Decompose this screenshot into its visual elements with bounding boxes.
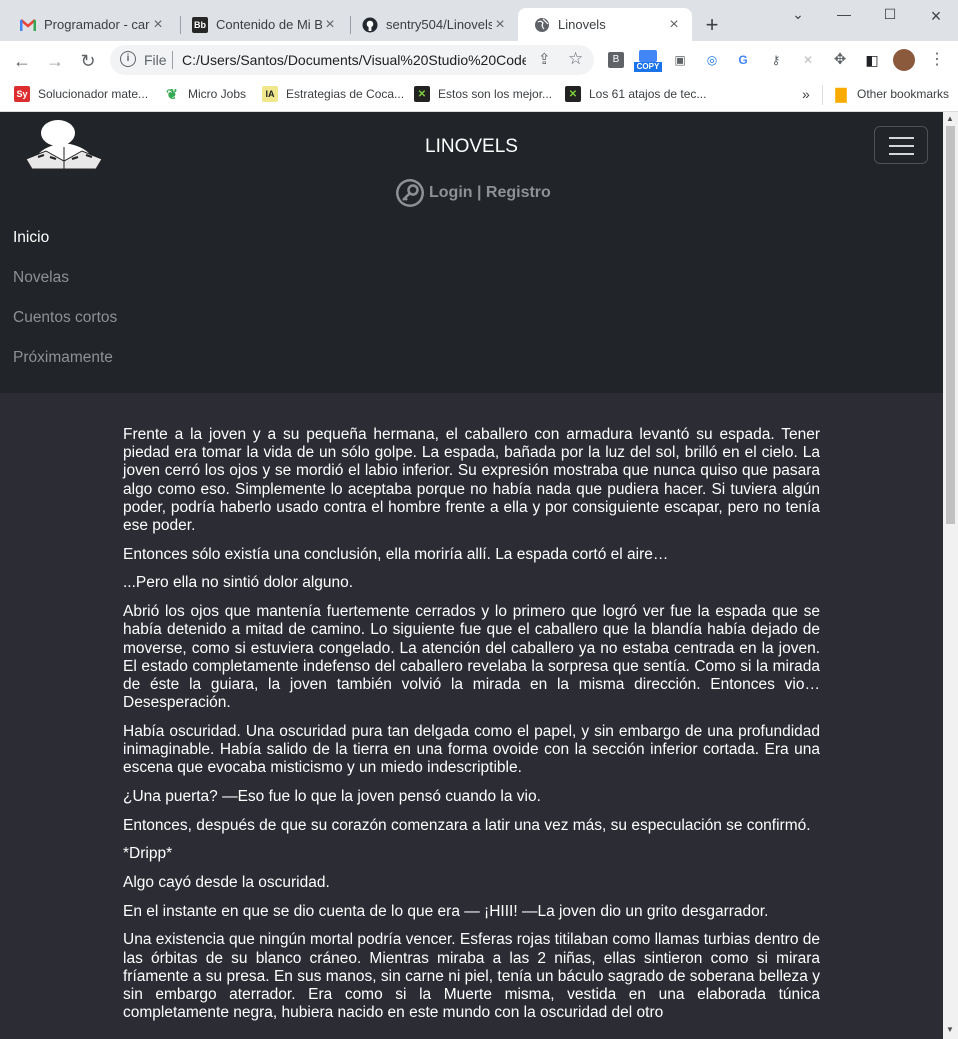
tab-search-chevron-icon[interactable]: ⌄ bbox=[788, 6, 808, 23]
tab-strip: Programador - carlo × Bb Contenido de Mi… bbox=[0, 0, 958, 41]
tab-title: Programador - carlo bbox=[44, 17, 150, 32]
scrollbar-thumb[interactable] bbox=[946, 126, 955, 524]
minimize-icon[interactable]: — bbox=[834, 6, 854, 22]
key-extension-icon[interactable]: ⚷ bbox=[768, 52, 784, 68]
close-icon[interactable]: × bbox=[666, 16, 682, 34]
bookmark-label: Solucionador mate... bbox=[38, 87, 149, 101]
scroll-up-icon[interactable]: ▲ bbox=[946, 114, 954, 123]
tab-title: Contenido de Mi Bla bbox=[216, 17, 322, 32]
back-arrow-icon[interactable]: ← bbox=[10, 49, 34, 73]
xataka-icon: ✕ bbox=[565, 86, 581, 102]
story-paragraph: Frente a la joven y a su pequeña hermana… bbox=[123, 426, 820, 535]
tab-title: sentry504/Linovels- bbox=[386, 17, 492, 32]
leaf-icon: ❦ bbox=[166, 85, 178, 102]
bookmark-label: Los 61 atajos de tec... bbox=[589, 87, 707, 101]
extension-b-icon[interactable]: B bbox=[608, 52, 624, 68]
ia-icon: IA bbox=[262, 86, 278, 102]
close-icon[interactable]: × bbox=[150, 16, 166, 34]
bookmark-label: Estrategias de Coca... bbox=[286, 87, 405, 101]
menu-item-cuentos-cortos[interactable]: Cuentos cortos bbox=[13, 309, 117, 327]
profile-avatar[interactable] bbox=[893, 49, 915, 71]
image-extension-icon[interactable]: ▣ bbox=[672, 52, 688, 68]
blackboard-icon: Bb bbox=[192, 16, 208, 33]
info-icon[interactable]: i bbox=[120, 51, 136, 67]
bookmarks-divider bbox=[822, 85, 823, 105]
url-text[interactable]: C:/Users/Santos/Documents/Visual%20Studi… bbox=[182, 52, 526, 68]
story-paragraph: ...Pero ella no sintió dolor alguno. bbox=[123, 574, 354, 592]
menu-item-novelas[interactable]: Novelas bbox=[13, 269, 69, 287]
tab-blackboard[interactable]: Bb Contenido de Mi Bla × bbox=[176, 8, 348, 41]
globe-icon bbox=[534, 17, 550, 33]
story-paragraph: *Dripp* bbox=[123, 845, 173, 863]
globe-extension-icon[interactable]: ◎ bbox=[704, 52, 720, 68]
story-paragraph: Abrió los ojos que mantenía fuertemente … bbox=[123, 603, 820, 712]
close-icon[interactable]: × bbox=[322, 16, 338, 34]
bookmark-item[interactable]: IA Estrategias de Coca... bbox=[262, 86, 404, 102]
close-icon[interactable]: × bbox=[492, 16, 508, 34]
symbolab-icon: Sy bbox=[14, 86, 30, 102]
share-icon[interactable]: ⇪ bbox=[538, 50, 551, 68]
bookmark-item[interactable]: Sy Solucionador mate... bbox=[14, 86, 148, 102]
site-brand[interactable]: LINOVELS bbox=[0, 136, 943, 158]
browser-toolbar: ← → ↻ i File C:/Users/Santos/Documents/V… bbox=[0, 41, 958, 80]
story-paragraph: Algo cayó desde la oscuridad. bbox=[123, 874, 330, 892]
github-icon bbox=[362, 17, 378, 33]
more-bookmarks-button[interactable]: » bbox=[802, 86, 810, 102]
hamburger-line bbox=[889, 153, 914, 155]
forward-arrow-icon[interactable]: → bbox=[43, 49, 67, 73]
key-icon bbox=[396, 179, 424, 207]
address-bar[interactable]: i File C:/Users/Santos/Documents/Visual%… bbox=[110, 45, 594, 75]
hamburger-line bbox=[889, 137, 914, 139]
extensions-puzzle-icon[interactable]: ✥ bbox=[832, 52, 848, 68]
reload-icon[interactable]: ↻ bbox=[76, 49, 100, 73]
bookmark-item[interactable]: ✕ Estos son los mejor... bbox=[414, 86, 552, 102]
story-paragraph: Una existencia que ningún mortal podría … bbox=[123, 931, 821, 1022]
bookmark-item[interactable]: ❦ Micro Jobs bbox=[164, 86, 246, 102]
page-viewport: LINOVELS Login | Registro Inicio Novelas… bbox=[0, 112, 943, 1039]
story-text: Frente a la joven y a su pequeña hermana… bbox=[123, 426, 820, 1033]
bookmarks-bar: Sy Solucionador mate... ❦ Micro Jobs IA … bbox=[0, 80, 958, 112]
gmail-icon bbox=[20, 17, 36, 33]
hamburger-line bbox=[889, 145, 914, 147]
more-menu-icon[interactable]: ⋮ bbox=[929, 52, 945, 68]
menu-item-proximamente[interactable]: Próximamente bbox=[13, 349, 113, 367]
other-bookmarks-folder[interactable]: ▇ Other bookmarks bbox=[833, 86, 949, 102]
address-divider bbox=[172, 51, 173, 69]
login-label: Login | Registro bbox=[429, 184, 551, 201]
bookmark-star-icon[interactable]: ☆ bbox=[568, 49, 583, 69]
story-paragraph: Entonces sólo existía una conclusión, el… bbox=[123, 545, 669, 563]
side-panel-icon[interactable]: ◧ bbox=[864, 52, 880, 68]
tab-github[interactable]: sentry504/Linovels- × bbox=[346, 8, 518, 41]
menu-item-inicio[interactable]: Inicio bbox=[13, 229, 49, 247]
tab-title: Linovels bbox=[558, 17, 606, 32]
story-paragraph: ¿Una puerta? —Eso fue lo que la joven pe… bbox=[123, 787, 541, 805]
scheme-label: File bbox=[144, 52, 167, 68]
page-scrollbar[interactable]: ▲ ▼ bbox=[943, 112, 958, 1039]
bookmark-label: Micro Jobs bbox=[188, 87, 247, 101]
window-close-icon[interactable]: × bbox=[926, 6, 946, 27]
xataka-icon: ✕ bbox=[414, 86, 430, 102]
site-navbar: LINOVELS Login | Registro Inicio Novelas… bbox=[0, 112, 943, 393]
main-content: Frente a la joven y a su pequeña hermana… bbox=[0, 393, 943, 1039]
translate-icon[interactable]: G bbox=[735, 52, 751, 68]
new-tab-icon[interactable]: + bbox=[700, 12, 724, 38]
menu-toggle-button[interactable] bbox=[874, 126, 928, 164]
tab-gmail[interactable]: Programador - carlo × bbox=[4, 8, 176, 41]
bookmark-label: Estos son los mejor... bbox=[438, 87, 553, 101]
story-paragraph: Entonces, después de que su corazón come… bbox=[123, 816, 811, 834]
login-link[interactable]: Login | Registro bbox=[395, 178, 551, 208]
story-paragraph: Había oscuridad. Una oscuridad pura tan … bbox=[123, 722, 820, 777]
scroll-down-icon[interactable]: ▼ bbox=[946, 1025, 954, 1034]
folder-icon: ▇ bbox=[835, 85, 847, 102]
copy-extension-icon[interactable]: COPY bbox=[634, 50, 662, 74]
disabled-extension-icon[interactable]: ✕ bbox=[800, 52, 816, 68]
tab-linovels[interactable]: Linovels × bbox=[518, 8, 692, 41]
bookmark-item[interactable]: ✕ Los 61 atajos de tec... bbox=[565, 86, 706, 102]
maximize-icon[interactable]: ☐ bbox=[880, 6, 900, 23]
story-paragraph: En el instante en que se dio cuenta de l… bbox=[123, 902, 769, 920]
bookmark-label: Other bookmarks bbox=[857, 87, 950, 101]
